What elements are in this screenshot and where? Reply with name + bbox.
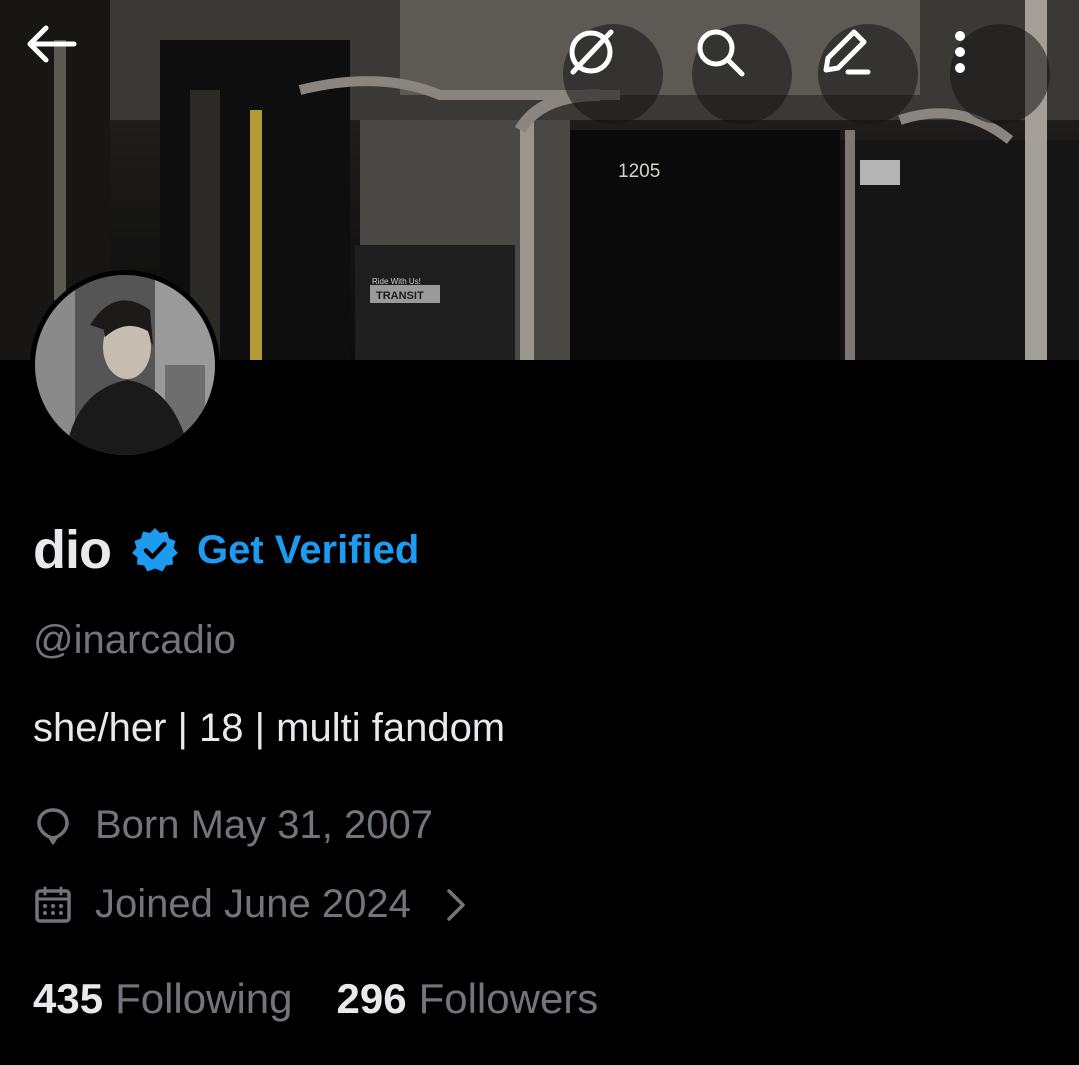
birth-date-text: Born May 31, 2007: [95, 803, 433, 847]
banner-text-transit: TRANSIT: [376, 290, 424, 302]
following-label: Following: [115, 975, 293, 1022]
balloon-icon: [37, 807, 69, 844]
edit-icon: [823, 29, 871, 75]
avatar-photo: [35, 275, 215, 455]
following-count: 435: [33, 975, 104, 1022]
banner-text-number: 1205: [618, 161, 660, 182]
followers-label: Followers: [418, 975, 599, 1022]
banner-text-ride: Ride With Us!: [372, 277, 421, 286]
follow-stats: 435 Following 296 Followers: [33, 975, 598, 1023]
followers-count: 296: [336, 975, 407, 1022]
following-stat[interactable]: 435 Following: [33, 975, 293, 1023]
chevron-right-icon: [447, 888, 465, 921]
joined-date-row[interactable]: Joined June 2024: [33, 882, 471, 927]
name-row: dio Get Verified: [33, 515, 419, 585]
grok-button[interactable]: [563, 24, 663, 124]
profile-bio: she/her | 18 | multi fandom: [33, 706, 506, 750]
followers-stat[interactable]: 296 Followers: [337, 975, 599, 1023]
edit-profile-button[interactable]: [818, 24, 918, 124]
search-button[interactable]: [692, 24, 792, 124]
display-name: dio: [33, 520, 112, 580]
search-icon: [697, 29, 745, 77]
avatar[interactable]: [30, 270, 220, 460]
verified-badge-icon[interactable]: [131, 526, 179, 574]
birth-date-row: Born May 31, 2007: [33, 803, 433, 848]
arrow-left-icon: [27, 25, 77, 63]
profile-handle: @inarcadio: [33, 618, 236, 662]
get-verified-link[interactable]: Get Verified: [197, 528, 419, 573]
joined-date-text: Joined June 2024: [95, 882, 411, 926]
grok-icon: [569, 29, 614, 75]
more-options-button[interactable]: [950, 24, 1050, 124]
more-vertical-icon: [955, 31, 965, 73]
calendar-icon: [35, 886, 71, 923]
back-button[interactable]: [24, 24, 124, 124]
